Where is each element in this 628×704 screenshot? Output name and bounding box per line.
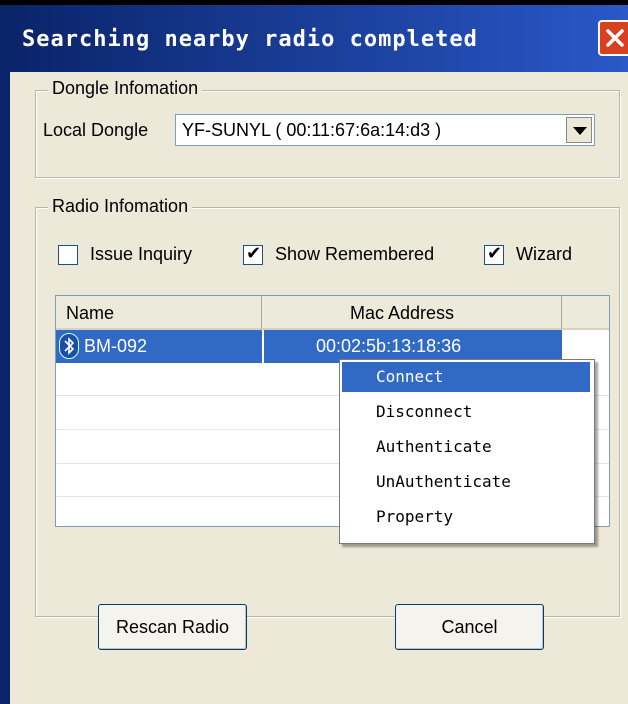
close-button[interactable]: [598, 20, 628, 56]
close-icon: [606, 29, 624, 47]
selected-name-cell[interactable]: BM-092: [56, 330, 262, 363]
column-header-name-label: Name: [66, 303, 115, 323]
wizard-label[interactable]: Wizard: [516, 244, 572, 265]
column-header-mac[interactable]: Mac Address: [262, 296, 562, 330]
window-title: Searching nearby radio completed: [22, 27, 478, 52]
radio-info-legend: Radio Infomation: [48, 196, 193, 217]
local-dongle-label: Local Dongle: [43, 120, 149, 140]
title-bar[interactable]: Searching nearby radio completed: [10, 5, 628, 72]
dongle-info-legend: Dongle Infomation: [48, 78, 203, 99]
radio-name: BM-092: [84, 336, 148, 356]
rescan-radio-button[interactable]: Rescan Radio: [98, 604, 247, 650]
wizard-checkbox[interactable]: ✔: [484, 243, 504, 265]
menu-item-disconnect-label: Disconnect: [376, 402, 473, 421]
context-menu: Connect Disconnect Authenticate UnAuthen…: [339, 359, 595, 544]
column-header-mac-label: Mac Address: [350, 303, 455, 323]
issue-inquiry-label[interactable]: Issue Inquiry: [90, 244, 192, 265]
menu-item-connect-label: Connect: [376, 367, 444, 386]
menu-item-authenticate[interactable]: Authenticate: [342, 432, 590, 462]
window-left-frame: [0, 5, 10, 704]
bluetooth-icon: [59, 333, 79, 359]
menu-item-unauthenticate-label: UnAuthenticate: [376, 472, 511, 491]
menu-item-property-label: Property: [376, 507, 454, 526]
show-remembered-check-icon: ✔: [246, 243, 262, 264]
chevron-down-icon[interactable]: [566, 117, 592, 143]
menu-item-disconnect[interactable]: Disconnect: [342, 397, 590, 427]
column-header-name[interactable]: Name: [56, 296, 262, 330]
local-dongle-select[interactable]: YF-SUNYL ( 00:11:67:6a:14:d3 ): [175, 114, 595, 146]
local-dongle-value: YF-SUNYL ( 00:11:67:6a:14:d3 ): [182, 120, 442, 140]
cancel-button[interactable]: Cancel: [395, 604, 544, 650]
menu-item-authenticate-label: Authenticate: [376, 437, 492, 456]
menu-item-connect[interactable]: Connect: [342, 362, 590, 392]
show-remembered-label[interactable]: Show Remembered: [275, 244, 434, 265]
show-remembered-checkbox[interactable]: ✔: [243, 243, 263, 265]
menu-item-property[interactable]: Property: [342, 502, 590, 532]
issue-inquiry-checkbox[interactable]: [58, 245, 78, 265]
column-header-empty: [562, 296, 609, 330]
radio-mac: 00:02:5b:13:18:36: [316, 336, 462, 356]
wizard-check-icon: ✔: [487, 243, 503, 264]
menu-item-unauthenticate[interactable]: UnAuthenticate: [342, 467, 590, 497]
